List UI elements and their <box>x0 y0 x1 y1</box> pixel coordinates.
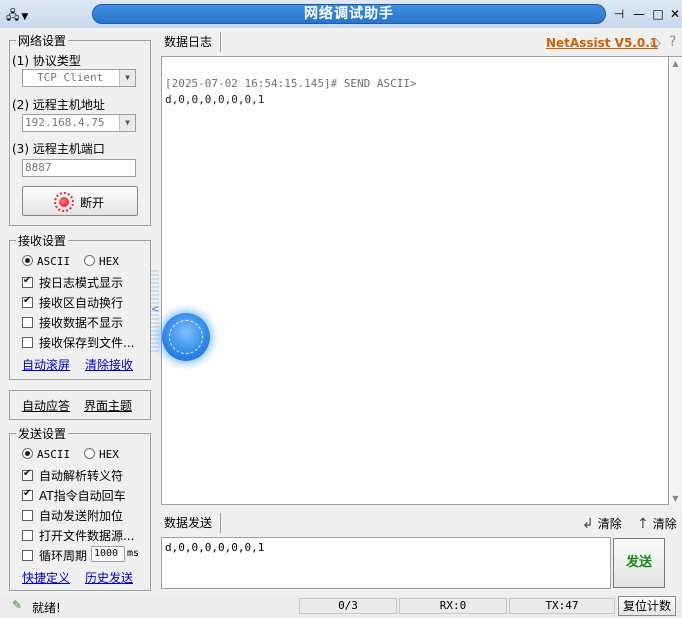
reset-count-button[interactable]: 复位计数 <box>618 596 676 616</box>
send-option-loop[interactable]: 循环周期 <box>22 547 87 563</box>
send-option-file-source[interactable]: 打开文件数据源... <box>22 527 134 543</box>
checkbox[interactable] <box>22 468 33 481</box>
clear-log-button[interactable]: ↲ 清除 <box>582 515 622 532</box>
send-option-label: 打开文件数据源... <box>39 529 135 543</box>
theme-link[interactable]: 界面主题 <box>84 397 132 414</box>
clear-send-label: 清除 <box>652 517 677 531</box>
scroll-up-icon[interactable]: ▲ <box>669 59 682 68</box>
send-option-label: 自动解析转义符 <box>39 469 124 483</box>
close-icon[interactable]: ✕ <box>666 5 682 23</box>
log-scrollbar[interactable]: ▲ ▼ <box>669 56 682 505</box>
log-area[interactable]: [2025-07-02 16:54:15.145]# SEND ASCII> d… <box>161 56 669 505</box>
radio-selected-icon[interactable] <box>22 255 33 266</box>
connection-led-icon <box>54 192 74 212</box>
network-settings-title: 网络设置 <box>16 32 69 49</box>
send-option-label: AT指令自动回车 <box>39 489 126 503</box>
receive-ascii-label: ASCII <box>37 255 71 268</box>
checkbox[interactable] <box>22 337 33 348</box>
receive-option-label: 接收区自动换行 <box>39 296 124 310</box>
send-option-label: 自动发送附加位 <box>39 509 124 523</box>
send-hex-label: HEX <box>99 448 119 461</box>
checkbox[interactable] <box>22 488 33 501</box>
receive-hex-label: HEX <box>99 255 119 268</box>
app-menu-icon[interactable]: 🖧 ▼ <box>6 6 40 22</box>
orb-ring-icon <box>169 320 203 354</box>
loop-period-label: 循环周期 <box>39 549 88 563</box>
status-text: 就绪! <box>32 601 61 615</box>
maximize-icon[interactable]: □ <box>649 5 667 23</box>
brand-link[interactable]: NetAssist V5.0.1 <box>546 36 658 50</box>
checkbox[interactable] <box>22 510 33 521</box>
receive-hex-radio[interactable]: HEX <box>84 254 119 270</box>
disconnect-button[interactable]: 断开 <box>22 186 138 216</box>
shortcut-link[interactable]: 快捷定义 <box>22 569 70 586</box>
rx-counter: RX:0 <box>399 598 507 614</box>
return-arrow-icon: ↲ <box>582 516 594 532</box>
receive-option-label: 接收保存到文件... <box>39 336 135 350</box>
clear-send-button[interactable]: ↑ 清除 <box>637 515 677 532</box>
checkbox[interactable] <box>22 275 33 288</box>
chevron-down-icon[interactable]: ▼ <box>119 115 135 131</box>
loop-period-input[interactable]: 1000 <box>91 546 125 562</box>
collapse-left-icon[interactable]: < <box>151 304 159 315</box>
clear-receive-link[interactable]: 清除接收 <box>85 356 133 373</box>
radio-unselected-icon[interactable] <box>84 448 95 459</box>
send-option-at-cr[interactable]: AT指令自动回车 <box>22 487 126 503</box>
help-icon[interactable]: ? <box>669 34 676 50</box>
checkbox[interactable] <box>22 317 33 328</box>
remote-port-input[interactable]: 8887 <box>22 159 136 177</box>
tab-data-send[interactable]: 数据发送 <box>161 513 221 533</box>
protocol-label: (1) 协议类型 <box>12 54 81 68</box>
pin-icon[interactable]: ⊣ <box>610 5 628 23</box>
remote-host-label: (2) 远程主机地址 <box>12 98 105 112</box>
status-bar: ✎ 就绪! 0/3 RX:0 TX:47 复位计数 <box>0 596 682 618</box>
checkbox[interactable] <box>22 295 33 308</box>
clear-log-label: 清除 <box>597 517 622 531</box>
protocol-select[interactable]: TCP Client ▼ <box>22 69 136 87</box>
up-arrow-icon: ↑ <box>637 516 649 532</box>
chevron-down-icon[interactable]: ▼ <box>119 70 135 86</box>
receive-option-hide-data[interactable]: 接收数据不显示 <box>22 314 123 330</box>
remote-host-select[interactable]: 192.168.4.75 ▼ <box>22 114 136 132</box>
log-entry-body: d,0,0,0,0,0,0,1 <box>165 93 265 106</box>
diamond-icon[interactable]: ◇ <box>650 35 661 51</box>
send-hex-radio[interactable]: HEX <box>84 447 119 463</box>
send-ascii-label: ASCII <box>37 448 71 461</box>
auto-reply-link[interactable]: 自动应答 <box>22 397 70 414</box>
send-button[interactable]: 发送 <box>613 538 665 588</box>
auto-scroll-link[interactable]: 自动滚屏 <box>22 356 70 373</box>
receive-option-auto-wrap[interactable]: 接收区自动换行 <box>22 294 123 310</box>
radio-selected-icon[interactable] <box>22 448 33 459</box>
send-ascii-radio[interactable]: ASCII <box>22 447 70 463</box>
send-input[interactable]: d,0,0,0,0,0,0,1 <box>161 537 611 589</box>
history-link[interactable]: 历史发送 <box>85 569 133 586</box>
radio-unselected-icon[interactable] <box>84 255 95 266</box>
progress-counter: 0/3 <box>299 598 397 614</box>
receive-ascii-radio[interactable]: ASCII <box>22 254 70 270</box>
tab-data-log[interactable]: 数据日志 <box>161 32 221 52</box>
status-icon: ✎ <box>12 598 23 612</box>
scroll-down-icon[interactable]: ▼ <box>669 494 682 503</box>
disconnect-label: 断开 <box>80 196 105 210</box>
remote-port-label: (3) 远程主机端口 <box>12 142 105 156</box>
protocol-select-value: TCP Client <box>37 71 104 84</box>
minimize-icon[interactable]: — <box>630 5 648 23</box>
floating-assistant-orb[interactable] <box>162 313 210 361</box>
send-settings-title: 发送设置 <box>16 425 69 442</box>
receive-option-log-mode[interactable]: 按日志模式显示 <box>22 274 123 290</box>
receive-option-label: 接收数据不显示 <box>39 316 124 330</box>
receive-settings-title: 接收设置 <box>16 232 69 249</box>
receive-option-label: 按日志模式显示 <box>39 276 124 290</box>
checkbox[interactable] <box>22 550 33 561</box>
send-option-append-bits[interactable]: 自动发送附加位 <box>22 507 123 523</box>
log-entry-header: [2025-07-02 16:54:15.145]# SEND ASCII> <box>165 77 417 90</box>
checkbox[interactable] <box>22 530 33 541</box>
receive-option-save-file[interactable]: 接收保存到文件... <box>22 334 134 350</box>
send-option-escape[interactable]: 自动解析转义符 <box>22 467 123 483</box>
window-title: 网络调试助手 <box>304 6 394 22</box>
loop-unit: ms <box>127 548 140 559</box>
title-bar: 🖧 ▼ 网络调试助手 ⊣ — □ ✕ <box>0 0 682 28</box>
tx-counter: TX:47 <box>509 598 615 614</box>
remote-host-value: 192.168.4.75 <box>25 116 105 129</box>
